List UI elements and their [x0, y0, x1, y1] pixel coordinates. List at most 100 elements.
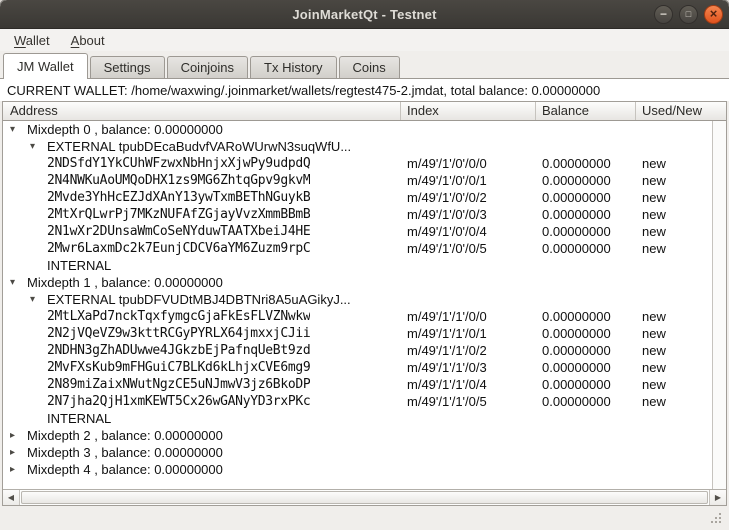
cell-address: 2N1wXr2DUnsaWmCoSeNYduwTAATXbeiJ4HE [3, 224, 401, 239]
cell-used-new: new [636, 360, 712, 375]
wallet-tree: Address Index Balance Used/New ▾Mixdepth… [2, 101, 727, 506]
tree-row[interactable]: 2Mvde3YhHcEZJdXAnY13ywTxmBEThNGuykB m/49… [3, 189, 712, 206]
cell-address: 2N7jha2QjH1xmKEWT5Cx26wGANyYD3rxPKc [3, 394, 401, 409]
tree-row[interactable]: 2N1wXr2DUnsaWmCoSeNYduwTAATXbeiJ4HE m/49… [3, 223, 712, 240]
tree-row[interactable]: ▾Mixdepth 1 , balance: 0.00000000 [3, 274, 712, 291]
address-text: 2Mwr6LaxmDc2k7EunjCDCV6aYM6Zuzm9rpC [47, 241, 310, 256]
cell-address: INTERNAL [3, 411, 401, 426]
horizontal-scrollbar-thumb[interactable] [21, 491, 708, 504]
cell-index: m/49'/1'/0'/0/3 [401, 207, 536, 222]
tree-header: Address Index Balance Used/New [3, 102, 726, 121]
menu-about[interactable]: About [69, 32, 107, 49]
cell-index: m/49'/1'/0'/0/0 [401, 156, 536, 171]
tree-row[interactable]: 2MvFXsKub9mFHGuiC7BLKd6kLhjxCVE6mg9 m/49… [3, 359, 712, 376]
maximize-button[interactable]: □ [679, 5, 698, 24]
cell-balance: 0.00000000 [536, 343, 636, 358]
cell-address: 2N4NWKuAoUMQoDHX1zs9MG6ZhtqGpv9gkvM [3, 173, 401, 188]
tab-coinjoins[interactable]: Coinjoins [167, 56, 248, 78]
expand-arrow-icon[interactable]: ▾ [9, 274, 27, 291]
address-text: Mixdepth 0 , balance: 0.00000000 [27, 122, 223, 137]
address-text: Mixdepth 2 , balance: 0.00000000 [27, 428, 223, 443]
expand-arrow-icon[interactable]: ▸ [9, 461, 27, 478]
scroll-left-button[interactable]: ◀ [3, 490, 20, 505]
cell-address: 2Mwr6LaxmDc2k7EunjCDCV6aYM6Zuzm9rpC [3, 241, 401, 256]
tree-row[interactable]: 2NDSfdY1YkCUhWFzwxNbHnjxXjwPy9udpdQ m/49… [3, 155, 712, 172]
tree-row[interactable]: 2N2jVQeVZ9w3kttRCGyPYRLX64jmxxjCJii m/49… [3, 325, 712, 342]
tree-row[interactable]: 2NDHN3gZhADUwwe4JGkzbEjPafnqUeBt9zd m/49… [3, 342, 712, 359]
cell-address: 2NDSfdY1YkCUhWFzwxNbHnjxXjwPy9udpdQ [3, 156, 401, 171]
cell-used-new: new [636, 309, 712, 324]
tree-row[interactable]: 2MtLXaPd7nckTqxfymgcGjaFkEsFLVZNwkw m/49… [3, 308, 712, 325]
tab-jm-wallet[interactable]: JM Wallet [3, 53, 88, 79]
window-controls: − □ × [654, 0, 723, 28]
cell-index: m/49'/1'/1'/0/2 [401, 343, 536, 358]
address-text: Mixdepth 1 , balance: 0.00000000 [27, 275, 223, 290]
column-header-address[interactable]: Address [3, 102, 401, 120]
cell-used-new: new [636, 241, 712, 256]
cell-balance: 0.00000000 [536, 173, 636, 188]
tree-row[interactable]: 2N7jha2QjH1xmKEWT5Cx26wGANyYD3rxPKc m/49… [3, 393, 712, 410]
address-text: 2MvFXsKub9mFHGuiC7BLKd6kLhjxCVE6mg9 [47, 360, 310, 375]
menu-wallet-mnemonic: W [14, 33, 26, 48]
tree-row[interactable]: ▾Mixdepth 0 , balance: 0.00000000 [3, 121, 712, 138]
tree-row[interactable]: 2N89miZaixNWutNgzCE5uNJmwV3jz6BkoDP m/49… [3, 376, 712, 393]
menu-wallet-label: allet [26, 33, 50, 48]
expand-arrow-icon[interactable]: ▾ [9, 121, 27, 138]
tree-row[interactable]: ▸Mixdepth 2 , balance: 0.00000000 [3, 427, 712, 444]
tab-settings[interactable]: Settings [90, 56, 165, 78]
address-text: 2NDHN3gZhADUwwe4JGkzbEjPafnqUeBt9zd [47, 343, 310, 358]
column-header-index[interactable]: Index [401, 102, 536, 120]
tree-row[interactable]: INTERNAL [3, 410, 712, 427]
tree-row[interactable]: 2N4NWKuAoUMQoDHX1zs9MG6ZhtqGpv9gkvM m/49… [3, 172, 712, 189]
cell-address: INTERNAL [3, 258, 401, 273]
app-window: JoinMarketQt - Testnet − □ × Wallet Abou… [0, 0, 729, 530]
tab-tx-history[interactable]: Tx History [250, 56, 337, 78]
window-title: JoinMarketQt - Testnet [292, 7, 436, 22]
vertical-scrollbar[interactable] [712, 121, 726, 489]
close-icon: × [710, 7, 718, 20]
cell-address: 2MvFXsKub9mFHGuiC7BLKd6kLhjxCVE6mg9 [3, 360, 401, 375]
scroll-right-icon: ▶ [715, 493, 721, 502]
column-header-used-new[interactable]: Used/New [636, 102, 726, 120]
expand-arrow-icon[interactable]: ▾ [29, 138, 47, 155]
menu-wallet[interactable]: Wallet [12, 32, 52, 49]
tree-row[interactable]: 2Mwr6LaxmDc2k7EunjCDCV6aYM6Zuzm9rpC m/49… [3, 240, 712, 257]
address-text: 2MtXrQLwrPj7MKzNUFAfZGjayVvzXmmBBmB [47, 207, 310, 222]
address-text: 2N89miZaixNWutNgzCE5uNJmwV3jz6BkoDP [47, 377, 310, 392]
current-wallet-status: CURRENT WALLET: /home/waxwing/.joinmarke… [0, 79, 729, 101]
tree-rows: ▾Mixdepth 0 , balance: 0.00000000 ▾EXTER… [3, 121, 712, 489]
cell-used-new: new [636, 377, 712, 392]
cell-address: ▸Mixdepth 4 , balance: 0.00000000 [3, 461, 401, 478]
expand-arrow-icon[interactable]: ▾ [29, 291, 47, 308]
cell-balance: 0.00000000 [536, 394, 636, 409]
tree-row[interactable]: ▸Mixdepth 4 , balance: 0.00000000 [3, 461, 712, 478]
column-header-balance[interactable]: Balance [536, 102, 636, 120]
cell-index: m/49'/1'/1'/0/1 [401, 326, 536, 341]
expand-arrow-icon[interactable]: ▸ [9, 444, 27, 461]
cell-used-new: new [636, 173, 712, 188]
tree-row[interactable]: ▾EXTERNAL tpubDFVUDtMBJ4DBTNri8A5uAGikyJ… [3, 291, 712, 308]
cell-index: m/49'/1'/1'/0/4 [401, 377, 536, 392]
horizontal-scrollbar-track[interactable] [20, 490, 709, 505]
close-button[interactable]: × [704, 5, 723, 24]
address-text: Mixdepth 4 , balance: 0.00000000 [27, 462, 223, 477]
cell-balance: 0.00000000 [536, 190, 636, 205]
cell-balance: 0.00000000 [536, 207, 636, 222]
tree-row[interactable]: INTERNAL [3, 257, 712, 274]
cell-index: m/49'/1'/0'/0/4 [401, 224, 536, 239]
horizontal-scrollbar: ◀ ▶ [3, 489, 726, 505]
resize-grip[interactable] [711, 512, 724, 525]
cell-index: m/49'/1'/1'/0/0 [401, 309, 536, 324]
cell-address: 2MtXrQLwrPj7MKzNUFAfZGjayVvzXmmBBmB [3, 207, 401, 222]
tab-coins[interactable]: Coins [339, 56, 400, 78]
cell-address: 2NDHN3gZhADUwwe4JGkzbEjPafnqUeBt9zd [3, 343, 401, 358]
scroll-left-icon: ◀ [8, 493, 14, 502]
cell-balance: 0.00000000 [536, 360, 636, 375]
expand-arrow-icon[interactable]: ▸ [9, 427, 27, 444]
cell-address: ▾EXTERNAL tpubDEcaBudvfVARoWUrwN3suqWfU.… [3, 138, 401, 155]
scroll-right-button[interactable]: ▶ [709, 490, 726, 505]
minimize-button[interactable]: − [654, 5, 673, 24]
tree-row[interactable]: ▾EXTERNAL tpubDEcaBudvfVARoWUrwN3suqWfU.… [3, 138, 712, 155]
tree-row[interactable]: 2MtXrQLwrPj7MKzNUFAfZGjayVvzXmmBBmB m/49… [3, 206, 712, 223]
tree-row[interactable]: ▸Mixdepth 3 , balance: 0.00000000 [3, 444, 712, 461]
